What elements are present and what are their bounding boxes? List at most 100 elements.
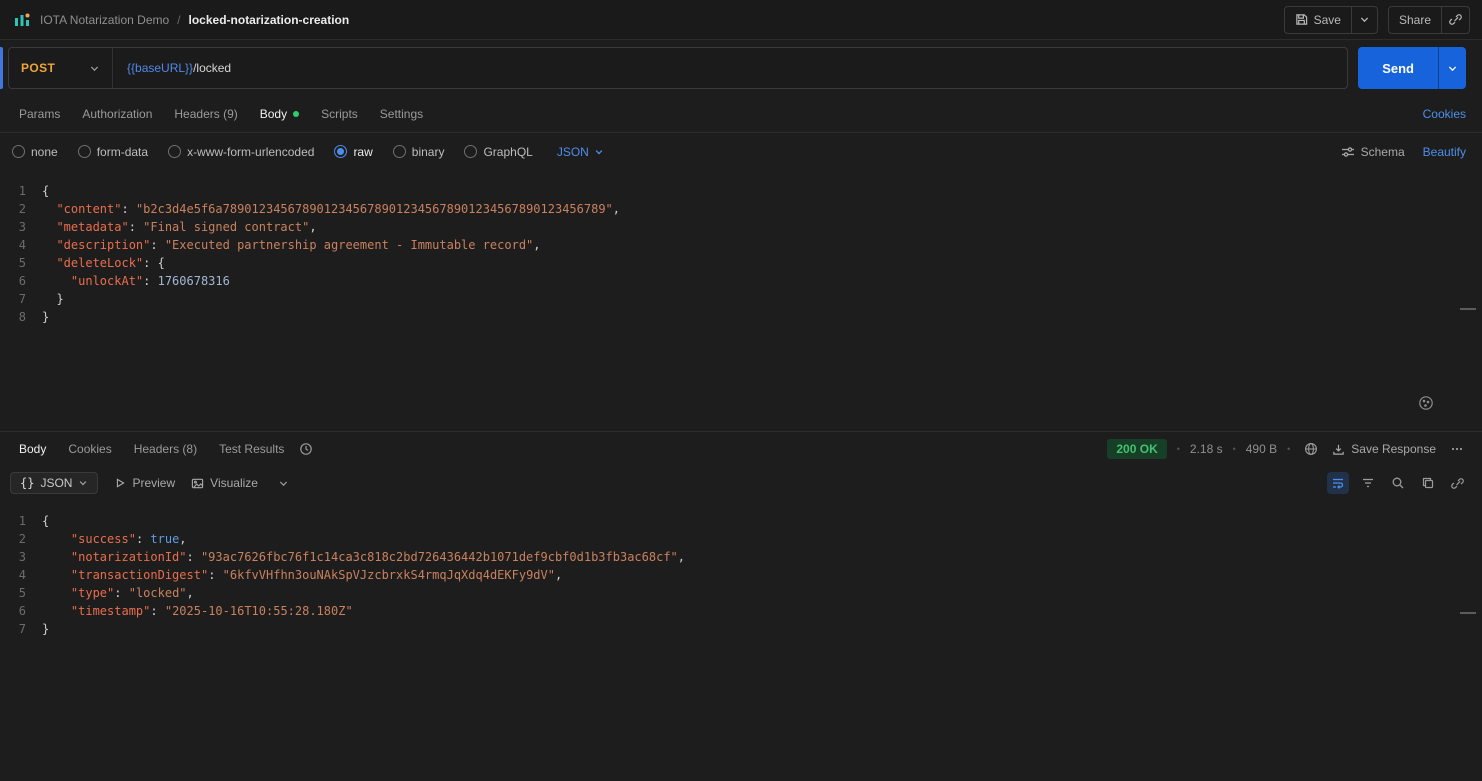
preview-label: Preview [132, 476, 175, 490]
beautify-button[interactable]: Beautify [1423, 145, 1466, 159]
breadcrumb-separator: / [177, 13, 180, 27]
chevron-down-icon [1359, 14, 1370, 25]
send-options-button[interactable] [1438, 47, 1466, 89]
code-line: 7} [0, 620, 1482, 638]
share-button-group: Share [1388, 6, 1470, 34]
save-button[interactable]: Save [1285, 7, 1351, 33]
radio-label: GraphQL [483, 145, 532, 159]
radio-binary[interactable]: binary [393, 145, 445, 159]
chevron-down-icon [78, 478, 88, 488]
code-line: 2 "success": true, [0, 530, 1482, 548]
radio-graphql[interactable]: GraphQL [464, 145, 532, 159]
tab-scripts[interactable]: Scripts [310, 96, 369, 133]
line-number: 6 [0, 602, 42, 620]
response-toolbar: {} JSON Preview Visualize [0, 466, 1482, 500]
filter-icon[interactable] [1357, 472, 1379, 494]
modified-dot [293, 111, 299, 117]
search-icon[interactable] [1387, 472, 1409, 494]
request-body-editor[interactable]: 1{2 "content": "b2c3d4e5f6a7890123456789… [0, 170, 1482, 432]
more-options-icon[interactable] [1446, 438, 1468, 460]
response-tab-cookies[interactable]: Cookies [57, 432, 122, 466]
link-icon [1449, 13, 1462, 26]
response-body-editor[interactable]: 1{2 "success": true,3 "notarizationId": … [0, 500, 1482, 781]
radio-raw[interactable]: raw [334, 145, 372, 159]
link-icon[interactable] [1447, 473, 1468, 494]
save-button-label: Save [1314, 13, 1341, 27]
tab-body[interactable]: Body [249, 96, 310, 133]
response-tab-body[interactable]: Body [8, 432, 57, 466]
body-type-radios: none form-data x-www-form-urlencoded raw… [12, 145, 604, 159]
body-options-row: none form-data x-www-form-urlencoded raw… [0, 133, 1482, 170]
radio-circle [12, 145, 25, 158]
network-info-icon[interactable] [1300, 438, 1322, 460]
visualize-button[interactable]: Visualize [191, 476, 258, 490]
line-number: 3 [0, 218, 42, 236]
scrollbar-marker[interactable] [1460, 612, 1476, 614]
response-format-dropdown[interactable]: {} JSON [10, 472, 98, 494]
tab-params[interactable]: Params [8, 96, 71, 133]
method-select[interactable]: POST [9, 48, 113, 88]
breadcrumb-request-name[interactable]: locked-notarization-creation [189, 13, 350, 27]
breadcrumb-workspace[interactable]: IOTA Notarization Demo [40, 13, 169, 27]
code-line: 3 "notarizationId": "93ac7626fbc76f1c14c… [0, 548, 1482, 566]
toolbar-more-dropdown[interactable] [274, 474, 293, 493]
status-badge: 200 OK [1107, 439, 1166, 459]
code-line: 5 "deleteLock": { [0, 254, 1482, 272]
radio-circle [464, 145, 477, 158]
postbot-icon[interactable] [1412, 389, 1440, 417]
code-line: 5 "type": "locked", [0, 584, 1482, 602]
line-number: 3 [0, 548, 42, 566]
share-button[interactable]: Share [1389, 7, 1441, 33]
response-tab-test-results[interactable]: Test Results [208, 432, 295, 466]
schema-label: Schema [1361, 145, 1405, 159]
schema-button[interactable]: Schema [1341, 145, 1405, 159]
line-number: 5 [0, 254, 42, 272]
radio-label: x-www-form-urlencoded [187, 145, 314, 159]
tab-settings[interactable]: Settings [369, 96, 434, 133]
app-logo-icon[interactable] [12, 10, 32, 30]
save-icon [1295, 13, 1308, 26]
chevron-down-icon [594, 147, 604, 157]
request-tabs-row: Params Authorization Headers (9) Body Sc… [0, 96, 1482, 133]
active-request-accent [0, 47, 3, 89]
request-url-row: POST {{baseURL}} /locked Send [0, 40, 1482, 96]
tab-authorization[interactable]: Authorization [71, 96, 163, 133]
response-tab-headers[interactable]: Headers (8) [123, 432, 208, 466]
wrap-text-icon[interactable] [1327, 472, 1349, 494]
preview-button[interactable]: Preview [114, 476, 175, 490]
cookies-link[interactable]: Cookies [1423, 107, 1466, 121]
chevron-down-icon [1447, 63, 1458, 74]
scrollbar-marker[interactable] [1460, 308, 1476, 310]
response-editor-lines: 1{2 "success": true,3 "notarizationId": … [0, 512, 1482, 638]
save-button-group: Save [1284, 6, 1378, 34]
code-line: 2 "content": "b2c3d4e5f6a789012345678901… [0, 200, 1482, 218]
line-number: 7 [0, 290, 42, 308]
code-line: 6 "unlockAt": 1760678316 [0, 272, 1482, 290]
code-line: 8} [0, 308, 1482, 326]
line-number: 8 [0, 308, 42, 326]
top-bar-actions: Save Share [1284, 6, 1470, 34]
response-tabs-row: Body Cookies Headers (8) Test Results 20… [0, 432, 1482, 466]
line-number: 2 [0, 530, 42, 548]
play-icon [114, 477, 126, 489]
raw-format-dropdown[interactable]: JSON [557, 145, 604, 159]
url-input[interactable]: {{baseURL}} /locked [113, 61, 1347, 75]
radio-form-data[interactable]: form-data [78, 145, 148, 159]
radio-x-www-form-urlencoded[interactable]: x-www-form-urlencoded [168, 145, 314, 159]
response-size: 490 B [1246, 442, 1277, 456]
download-icon [1332, 443, 1345, 456]
send-button[interactable]: Send [1358, 47, 1438, 89]
response-history-icon[interactable] [295, 438, 317, 460]
radio-label: raw [353, 145, 372, 159]
chevron-down-icon [89, 63, 100, 74]
save-options-button[interactable] [1352, 7, 1377, 33]
radio-circle [78, 145, 91, 158]
save-response-button[interactable]: Save Response [1332, 442, 1436, 456]
tab-headers[interactable]: Headers (9) [163, 96, 248, 133]
radio-none[interactable]: none [12, 145, 58, 159]
copy-icon[interactable] [1417, 472, 1439, 494]
raw-format-label: JSON [557, 145, 589, 159]
radio-label: none [31, 145, 58, 159]
request-url-box: POST {{baseURL}} /locked [8, 47, 1348, 89]
copy-link-button[interactable] [1442, 7, 1469, 33]
